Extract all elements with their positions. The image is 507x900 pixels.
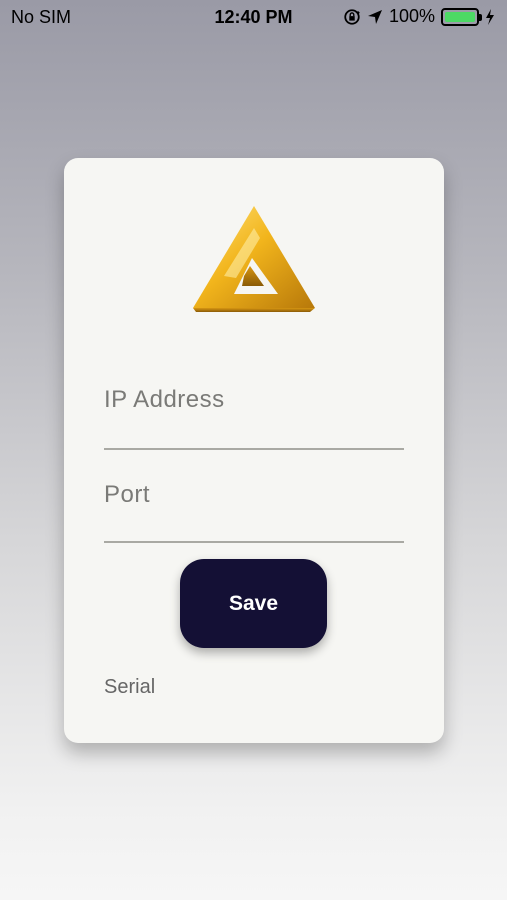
save-button[interactable]: Save bbox=[180, 559, 327, 648]
orientation-lock-icon bbox=[344, 8, 360, 25]
port-input[interactable] bbox=[104, 481, 404, 509]
status-bar: No SIM 12:40 PM 100% bbox=[0, 0, 507, 36]
battery-fill bbox=[445, 11, 475, 22]
ip-address-field[interactable] bbox=[104, 380, 404, 450]
port-field[interactable] bbox=[104, 475, 404, 543]
battery-icon bbox=[441, 7, 482, 26]
charging-bolt-icon bbox=[486, 8, 494, 25]
serial-label: Serial bbox=[104, 676, 156, 698]
triangle-logo-icon bbox=[193, 206, 315, 312]
battery-percent: 100% bbox=[388, 6, 435, 26]
settings-card: Save Serial bbox=[64, 158, 444, 743]
ip-address-input[interactable] bbox=[104, 386, 404, 414]
status-icons: 100% bbox=[343, 6, 495, 27]
location-arrow-icon bbox=[367, 9, 382, 24]
